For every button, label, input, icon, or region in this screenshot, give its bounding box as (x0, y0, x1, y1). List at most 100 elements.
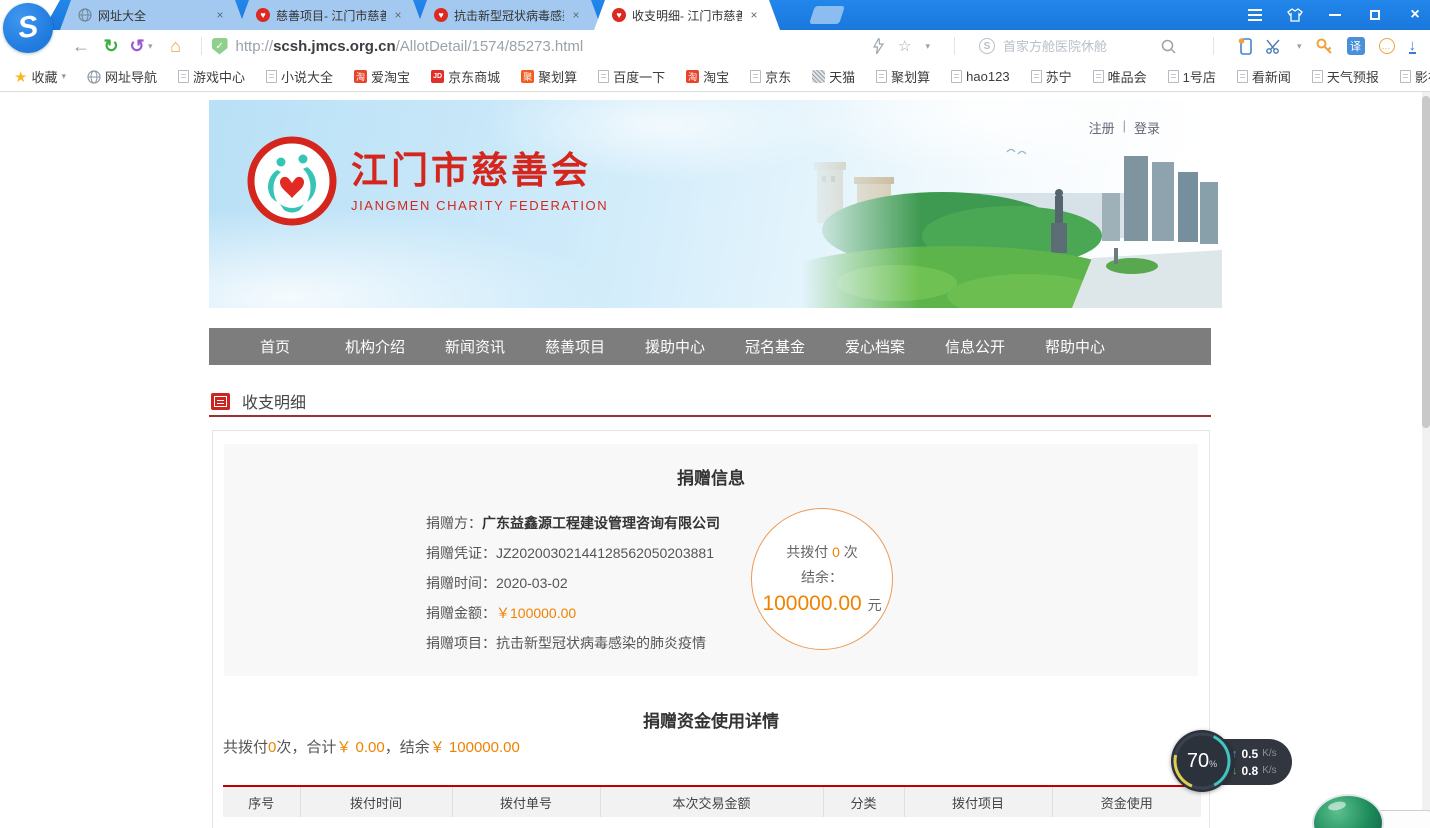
donor-row: 捐赠方：广东益鑫源工程建设管理咨询有限公司 (426, 508, 720, 538)
detail-card: 捐赠信息 捐赠方：广东益鑫源工程建设管理咨询有限公司 捐赠凭证：JZ202003… (212, 430, 1210, 828)
col-transaction-amount: 本次交易金额 (600, 786, 823, 817)
site-title-cn: 江门市慈善会 (351, 149, 608, 193)
scrollbar-thumb[interactable] (1422, 96, 1430, 428)
search-input[interactable] (1003, 39, 1153, 54)
section-underline (209, 415, 1211, 417)
bookmark-item[interactable]: hao123 (951, 69, 1009, 84)
nav-home[interactable]: 首页 (225, 336, 325, 357)
browser-window: 网址大全 × ♥ 慈善项目- 江门市慈善会 × ♥ 抗击新型冠状病毒感染的 × … (0, 0, 1430, 828)
refresh-button[interactable]: ↻ (96, 36, 126, 57)
search-icon[interactable] (1161, 39, 1176, 54)
translate-icon[interactable]: 译 (1347, 37, 1365, 55)
page-icon (1093, 70, 1104, 83)
bookmark-item[interactable]: 唯品会 (1093, 67, 1147, 86)
tab-charity-projects[interactable]: ♥ 慈善项目- 江门市慈善会 × (238, 0, 424, 30)
close-button[interactable]: × (1406, 6, 1424, 24)
search-box[interactable]: S (979, 38, 1189, 54)
maximize-button[interactable] (1366, 6, 1384, 24)
page-icon (266, 70, 277, 83)
favorite-star-icon[interactable]: ☆ (898, 37, 911, 55)
bookmark-item[interactable]: 看新闻 (1237, 67, 1291, 86)
back-button[interactable]: ← (66, 36, 96, 57)
bookmark-item[interactable]: 1号店 (1168, 67, 1216, 86)
bookmark-item[interactable]: 苏宁 (1031, 67, 1072, 86)
send-to-phone-icon[interactable] (1238, 37, 1252, 55)
bookmark-item[interactable]: 游戏中心 (178, 67, 245, 86)
feedback-dots-icon[interactable]: … (1379, 38, 1395, 54)
taobao-icon: 淘 (354, 70, 367, 83)
skin-theme-icon[interactable] (1286, 6, 1304, 24)
charity-heart-icon: ♥ (434, 8, 448, 22)
bookmark-item[interactable]: 小说大全 (266, 67, 333, 86)
bookmark-item[interactable]: 影视大全 (1400, 67, 1430, 86)
password-key-icon[interactable] (1316, 38, 1333, 54)
browser-menu-icon[interactable] (1246, 6, 1264, 24)
balance-circle: 共拨付 0 次 结余： 100000.00 元 (751, 508, 893, 650)
login-link[interactable]: 登录 (1134, 118, 1160, 137)
upload-speed-row: ↑ 0.5 K/s (1232, 747, 1292, 761)
globe-icon (87, 70, 101, 84)
nav-news[interactable]: 新闻资讯 (425, 336, 525, 357)
nav-help-center[interactable]: 帮助中心 (1025, 336, 1125, 357)
restore-dropdown-icon[interactable]: ▾ (148, 41, 153, 52)
home-button[interactable]: ⌂ (161, 36, 191, 57)
bookmark-item[interactable]: 聚聚划算 (521, 67, 577, 86)
screenshot-scissors-icon[interactable] (1266, 39, 1283, 54)
bookmark-item[interactable]: 淘爱淘宝 (354, 67, 410, 86)
restore-tab-button[interactable]: ↺ (126, 36, 148, 57)
security-shield-icon[interactable]: ✓ (212, 38, 228, 55)
tab-site-nav[interactable]: 网址大全 × (60, 0, 246, 30)
bookmark-item[interactable]: 聚划算 (876, 67, 930, 86)
allotment-table: 序号 拨付时间 拨付单号 本次交易金额 分类 拨付项目 资金使用 (223, 785, 1201, 817)
nav-love-archive[interactable]: 爱心档案 (825, 336, 925, 357)
donation-info-panel: 捐赠信息 捐赠方：广东益鑫源工程建设管理咨询有限公司 捐赠凭证：JZ202003… (224, 444, 1198, 676)
star-icon: ★ (14, 68, 27, 86)
date-value: 2020-03-02 (496, 575, 568, 591)
address-bar[interactable]: ✓ http://scsh.jmcs.org.cn/AllotDetail/15… (212, 38, 873, 55)
screenshot-dropdown-icon[interactable]: ▾ (1297, 41, 1302, 52)
memory-usage-ball[interactable]: 70% (1171, 730, 1233, 792)
register-link[interactable]: 注册 (1089, 118, 1115, 137)
project-label: 捐赠项目： (426, 633, 496, 653)
tab-close-icon[interactable]: × (748, 8, 760, 22)
upload-speed-value: 0.5 (1242, 747, 1259, 761)
favorite-dropdown-icon[interactable]: ▾ (925, 41, 930, 52)
bookmark-item[interactable]: 淘淘宝 (686, 67, 729, 86)
nav-info-disclosure[interactable]: 信息公开 (925, 336, 1025, 357)
tab-allot-detail-active[interactable]: ♥ 收支明细- 江门市慈善会 × (594, 0, 780, 30)
auth-divider: | (1123, 118, 1126, 137)
nav-aid-center[interactable]: 援助中心 (625, 336, 725, 357)
bookmark-item[interactable]: 百度一下 (598, 67, 665, 86)
new-tab-button[interactable] (809, 6, 845, 24)
tab-close-icon[interactable]: × (214, 8, 226, 22)
nav-projects[interactable]: 慈善项目 (525, 336, 625, 357)
nav-about[interactable]: 机构介绍 (325, 336, 425, 357)
lightning-icon[interactable] (873, 38, 884, 54)
usage-percent: 70% (1187, 750, 1217, 773)
col-pay-time: 拨付时间 (300, 786, 452, 817)
project-value: 抗击新型冠状病毒感染的肺炎疫情 (496, 633, 706, 653)
tab-title: 慈善项目- 江门市慈善会 (276, 7, 386, 24)
bookmark-item[interactable]: 京东 (750, 67, 791, 86)
site-brand[interactable]: 江门市慈善会 JIANGMEN CHARITY FEDERATION (247, 136, 608, 226)
balance-label: 结余： (801, 567, 843, 587)
charity-heart-icon: ♥ (256, 8, 270, 22)
bookmark-item[interactable]: 天猫 (812, 67, 855, 86)
sogou-search-icon: S (979, 38, 995, 54)
page-icon (598, 70, 609, 83)
tab-close-icon[interactable]: × (570, 8, 582, 22)
minimize-button[interactable] (1326, 6, 1344, 24)
bookmark-item[interactable]: JD京东商城 (431, 67, 500, 86)
bookmark-item[interactable]: 天气预报 (1312, 67, 1379, 86)
tab-covid-project[interactable]: ♥ 抗击新型冠状病毒感染的 × (416, 0, 602, 30)
bookmark-favorites[interactable]: ★收藏▾ (14, 67, 66, 86)
vertical-scrollbar[interactable] (1422, 92, 1430, 828)
download-manager-icon[interactable]: ↓ (1409, 39, 1417, 54)
tab-close-icon[interactable]: × (392, 8, 404, 22)
page-url: http://scsh.jmcs.org.cn/AllotDetail/1574… (236, 38, 584, 55)
bookmark-item[interactable]: 网址导航 (87, 67, 157, 86)
usage-summary: 共拨付0次，合计￥ 0.00，结余￥ 100000.00 (223, 736, 520, 757)
nav-named-funds[interactable]: 冠名基金 (725, 336, 825, 357)
download-speed-value: 0.8 (1242, 764, 1259, 778)
sogou-browser-logo[interactable]: S (3, 3, 53, 53)
